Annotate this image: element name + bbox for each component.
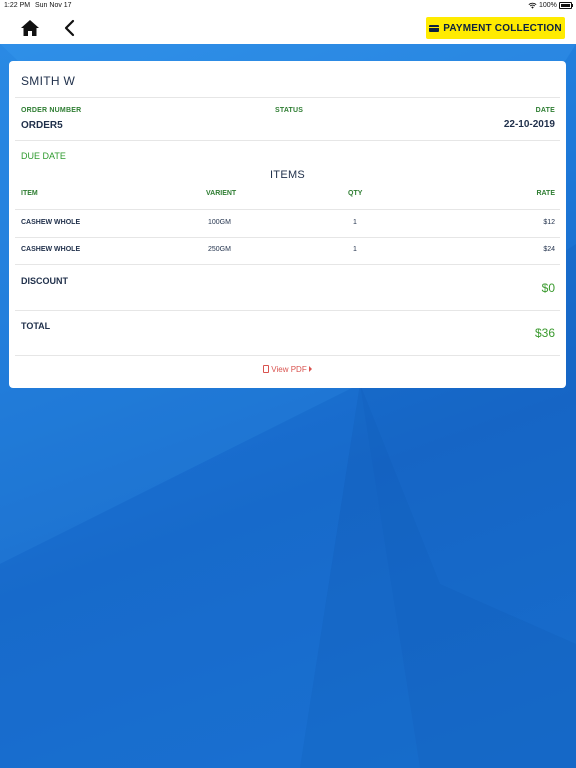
date-label: DATE — [535, 107, 555, 114]
items-title: ITEMS — [269, 169, 306, 181]
discount-label: DISCOUNT — [21, 276, 68, 286]
order-card: SMITH W ORDER NUMBER ORDER5 STATUS DATE … — [9, 61, 566, 388]
divider — [15, 97, 560, 98]
status-bar: 1:22 PM Sun Nov 17 100% — [0, 0, 576, 12]
column-header-item: ITEM — [21, 190, 38, 197]
column-header-variant: VARIENT — [206, 190, 237, 197]
order-date: 22-10-2019 — [503, 119, 555, 130]
chevron-left-icon[interactable] — [62, 19, 78, 37]
item-qty: 1 — [353, 219, 357, 226]
order-number-label: ORDER NUMBER — [21, 107, 82, 114]
order-number: ORDER5 — [21, 120, 63, 131]
due-date-label: DUE DATE — [21, 151, 66, 161]
discount-value: $0 — [541, 281, 555, 295]
battery-percent: 100% — [539, 2, 557, 9]
divider — [15, 140, 560, 141]
item-name: CASHEW WHOLE — [21, 219, 81, 226]
item-qty: 1 — [353, 246, 357, 253]
wifi-icon — [528, 2, 537, 9]
top-navbar: PAYMENT COLLECTION — [0, 12, 576, 44]
battery-tip — [572, 4, 573, 7]
total-label: TOTAL — [21, 321, 51, 331]
item-variant: 100GM — [208, 219, 231, 226]
table-row: CASHEW WHOLE 100GM 1 $12 — [9, 210, 566, 237]
item-rate: $12 — [543, 219, 555, 226]
divider — [15, 355, 560, 356]
payment-collection-button[interactable]: PAYMENT COLLECTION — [426, 17, 565, 39]
status-time: 1:22 PM — [4, 2, 31, 9]
divider — [15, 264, 560, 265]
status-date: Sun Nov 17 — [35, 2, 72, 9]
pdf-file-icon — [263, 365, 270, 373]
divider — [15, 310, 560, 311]
item-name: CASHEW WHOLE — [21, 246, 81, 253]
column-header-qty: QTY — [348, 190, 363, 197]
status-label: STATUS — [275, 107, 304, 114]
view-pdf-link[interactable]: View PDF — [9, 365, 566, 374]
column-header-rate: RATE — [536, 190, 555, 197]
view-pdf-label: View PDF — [271, 365, 307, 374]
total-value: $36 — [534, 326, 555, 340]
caret-right-icon — [308, 366, 312, 372]
payment-collection-label: PAYMENT COLLECTION — [443, 22, 562, 34]
card-icon — [429, 24, 440, 32]
item-variant: 250GM — [208, 246, 231, 253]
battery-icon — [559, 2, 572, 9]
table-row: CASHEW WHOLE 250GM 1 $24 — [9, 237, 566, 264]
home-icon[interactable] — [20, 18, 40, 38]
customer-name: SMITH W — [21, 74, 76, 88]
item-rate: $24 — [543, 246, 555, 253]
